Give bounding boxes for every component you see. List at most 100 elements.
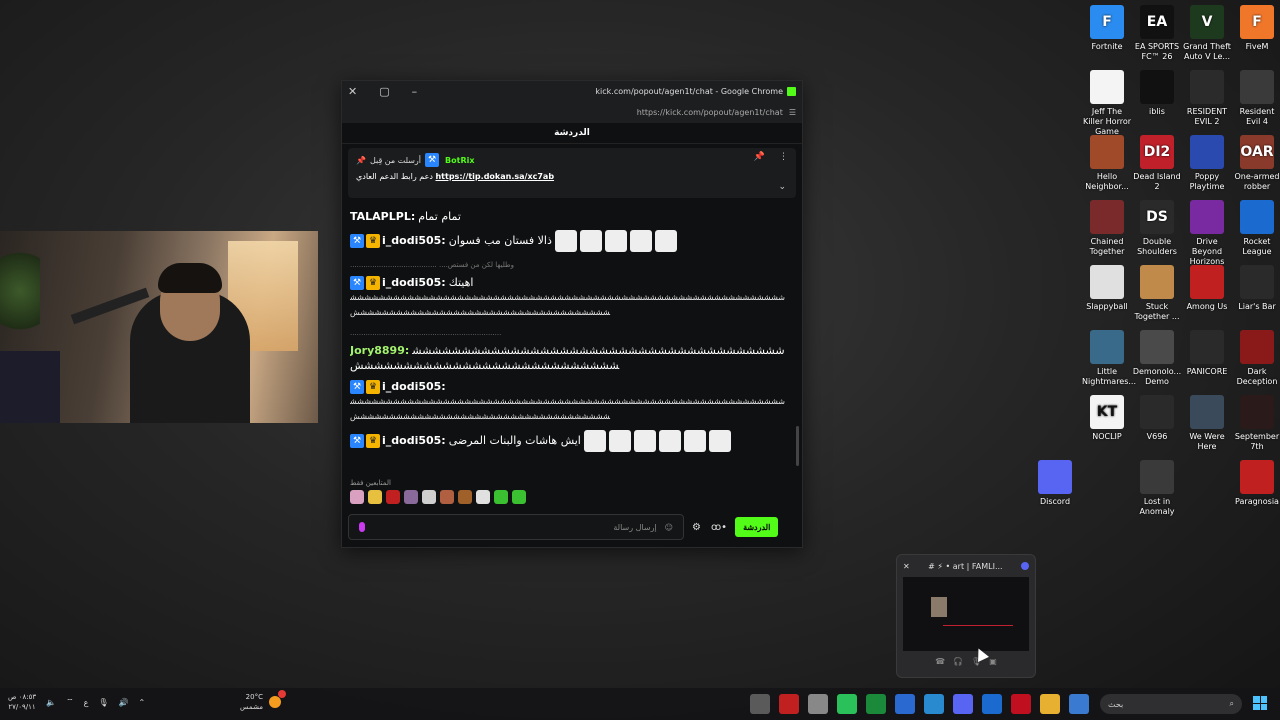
- desktop-icon[interactable]: EA EA SPORTS FC™ 26: [1132, 5, 1182, 62]
- desktop-icon[interactable]: F Fortnite: [1082, 5, 1132, 52]
- chat-username[interactable]: i_dodi505:: [382, 276, 446, 289]
- taskbar-app-icon[interactable]: [750, 694, 770, 714]
- desktop-icon[interactable]: Poppy Playtime: [1182, 135, 1232, 192]
- lang-indicator[interactable]: ع: [84, 698, 89, 707]
- settings-gear-icon[interactable]: ⚙: [692, 522, 701, 533]
- desktop-icon[interactable]: Chained Together: [1082, 200, 1132, 257]
- emote-bar: المتابعين فقط: [350, 479, 790, 509]
- search-placeholder[interactable]: بحث: [1108, 700, 1123, 709]
- url-text[interactable]: https://kick.com/popout/agen1t/chat: [637, 108, 783, 117]
- emote-quick-icon[interactable]: [368, 490, 382, 504]
- desktop-icon[interactable]: Slappyball: [1082, 265, 1132, 312]
- desktop-icon[interactable]: F FiveM: [1232, 5, 1280, 52]
- taskbar-app-icon[interactable]: [953, 694, 973, 714]
- url-bar[interactable]: https://kick.com/popout/agen1t/chat ☰: [342, 101, 802, 123]
- taskbar-app-icon[interactable]: [1040, 694, 1060, 714]
- desktop-icon[interactable]: September 7th: [1232, 395, 1280, 452]
- taskbar-app-icon[interactable]: [808, 694, 828, 714]
- desktop-icon[interactable]: PANICORE: [1182, 330, 1232, 377]
- desktop-icon[interactable]: Dark Deception: [1232, 330, 1280, 387]
- close-icon[interactable]: ✕: [903, 562, 910, 571]
- chat-username[interactable]: TALAPLPL:: [350, 210, 415, 223]
- search-icon[interactable]: ⌕: [1230, 699, 1234, 709]
- desktop-icon[interactable]: V696: [1132, 395, 1182, 442]
- taskbar-app-icon[interactable]: [866, 694, 886, 714]
- desktop-icon[interactable]: OAR One-armed robber: [1232, 135, 1280, 192]
- wifi-icon[interactable]: ⌔: [66, 697, 74, 707]
- emote-quick-icon[interactable]: [422, 490, 436, 504]
- taskbar-app-icon[interactable]: [779, 694, 799, 714]
- chat-emote: [604, 230, 627, 252]
- reply-preview[interactable]: ....................................... …: [350, 258, 790, 273]
- desktop-icon[interactable]: We Were Here: [1182, 395, 1232, 452]
- emote-quick-icon[interactable]: [386, 490, 400, 504]
- mic-tray-icon[interactable]: 🎙: [98, 698, 108, 707]
- camera-icon[interactable]: ▣: [989, 657, 997, 666]
- desktop-icon[interactable]: Hello Neighbor...: [1082, 135, 1132, 192]
- reply-preview[interactable]: ........................................…: [350, 326, 790, 341]
- mic-icon[interactable]: [359, 522, 365, 532]
- desktop-icon[interactable]: Demonolo... Demo: [1132, 330, 1182, 387]
- desktop-icon[interactable]: DI2 Dead Island 2: [1132, 135, 1182, 192]
- discord-preview-thumbnail[interactable]: [903, 577, 1029, 651]
- taskbar-app-icon[interactable]: [1069, 694, 1089, 714]
- taskbar-app-icon[interactable]: [924, 694, 944, 714]
- desktop-icon[interactable]: iblis: [1132, 70, 1182, 117]
- emote-quick-icon[interactable]: [512, 490, 526, 504]
- kick-coins-icon[interactable]: ꝏ•: [711, 522, 727, 533]
- pin-icon[interactable]: 📌: [754, 152, 765, 162]
- weather-widget[interactable]: 20°C مشمس: [240, 690, 286, 712]
- emote-quick-icon[interactable]: [476, 490, 490, 504]
- taskbar-app-icon[interactable]: [895, 694, 915, 714]
- desktop-icon[interactable]: Liar's Bar: [1232, 265, 1280, 312]
- minimize-icon[interactable]: –: [412, 85, 418, 98]
- discord-preview-popup[interactable]: ✕ # ⚡ • art | FAMLI... ☎ 🎧 🎙 ▣: [896, 554, 1036, 678]
- clock[interactable]: ٠٨:٥٣ ص ٢٧/٠٩/١١: [8, 692, 36, 712]
- desktop-icon[interactable]: Discord: [1030, 460, 1080, 507]
- close-icon[interactable]: ✕: [348, 85, 357, 98]
- taskbar-app-icon[interactable]: [1011, 694, 1031, 714]
- send-chat-button[interactable]: الدردشة: [735, 517, 779, 537]
- volume-icon[interactable]: 🔈: [46, 698, 56, 707]
- taskbar-app-icon[interactable]: [982, 694, 1002, 714]
- desktop-icon[interactable]: KT NOCLIP: [1082, 395, 1132, 442]
- speaker-tray-icon[interactable]: 🔊: [119, 698, 129, 707]
- desktop-icon[interactable]: V Grand Theft Auto V Le...: [1182, 5, 1232, 62]
- chat-scrollbar[interactable]: [796, 426, 799, 466]
- pinned-link[interactable]: https://tip.dokan.sa/xc7ab: [435, 172, 554, 181]
- taskbar: ٠٨:٥٣ ص ٢٧/٠٩/١١ 🔈 ⌔ ع 🎙 🔊 ⌃ 20°C مشمس ب…: [0, 688, 1280, 720]
- chat-input-placeholder[interactable]: إرسال رسالة: [613, 523, 656, 532]
- desktop-icon[interactable]: Jeff The Killer Horror Game: [1082, 70, 1132, 137]
- taskbar-app-icon[interactable]: [837, 694, 857, 714]
- desktop-icon[interactable]: Resident Evil 4: [1232, 70, 1280, 127]
- emote-quick-icon[interactable]: [494, 490, 508, 504]
- emoji-icon[interactable]: ☺: [665, 523, 673, 532]
- desktop-icon[interactable]: DS Double Shoulders: [1132, 200, 1182, 257]
- chat-username[interactable]: i_dodi505:: [382, 380, 446, 393]
- more-options-icon[interactable]: ⋮: [779, 152, 788, 162]
- chat-input[interactable]: إرسال رسالة ☺: [348, 514, 684, 540]
- taskbar-search[interactable]: بحث ⌕: [1100, 694, 1242, 714]
- desktop-icon[interactable]: Rocket League: [1232, 200, 1280, 257]
- emote-quick-icon[interactable]: [404, 490, 418, 504]
- desktop-icon[interactable]: Among Us: [1182, 265, 1232, 312]
- chat-username[interactable]: Jory8899:: [350, 344, 409, 357]
- chat-username[interactable]: i_dodi505:: [382, 234, 446, 247]
- maximize-icon[interactable]: ▢: [379, 85, 389, 98]
- desktop-icon[interactable]: Paragnosia: [1232, 460, 1280, 507]
- emote-quick-icon[interactable]: [350, 490, 364, 504]
- phone-icon[interactable]: ☎: [935, 657, 945, 666]
- chat-username[interactable]: i_dodi505:: [382, 434, 446, 447]
- emote-quick-icon[interactable]: [440, 490, 454, 504]
- desktop-icon[interactable]: Stuck Together ...: [1132, 265, 1182, 322]
- desktop-icon[interactable]: Little Nightmares...: [1082, 330, 1136, 387]
- pinned-bot-name[interactable]: BotRix: [445, 156, 474, 165]
- desktop-icon[interactable]: Lost in Anomaly: [1132, 460, 1182, 517]
- tune-icon[interactable]: ☰: [789, 108, 796, 117]
- start-windows-icon[interactable]: [1253, 696, 1267, 710]
- desktop-icon[interactable]: RESIDENT EVIL 2: [1182, 70, 1232, 127]
- headphones-icon[interactable]: 🎧: [953, 657, 963, 666]
- chevron-down-icon[interactable]: ⌄: [778, 182, 786, 192]
- emote-quick-icon[interactable]: [458, 490, 472, 504]
- chevron-up-icon[interactable]: ⌃: [139, 698, 146, 707]
